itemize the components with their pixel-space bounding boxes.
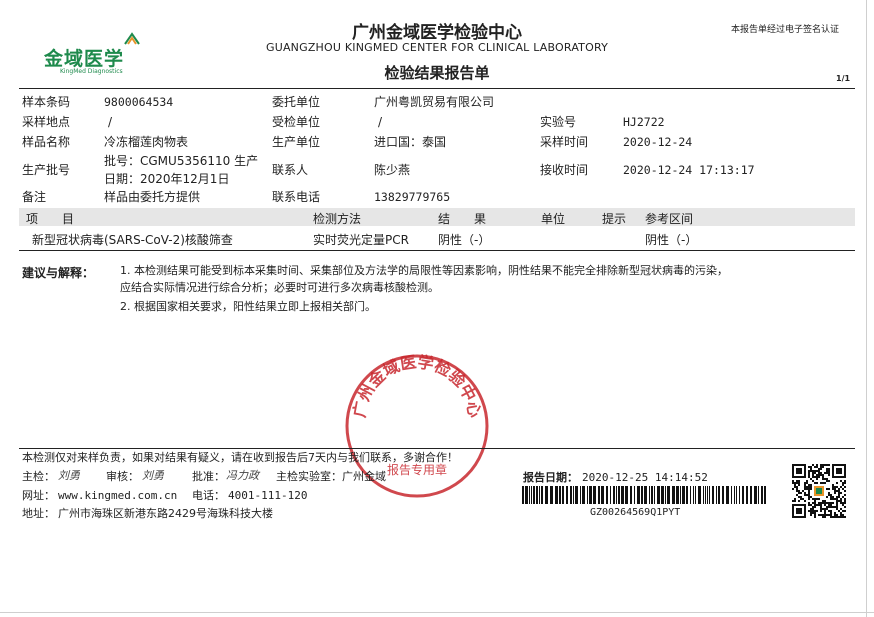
advice-line-2: 应结合实际情况进行综合分析；必要时可进行多次病毒核酸检测。 [120, 281, 439, 294]
header-result: 结 果 [438, 212, 487, 226]
barcode-icon [522, 486, 766, 504]
table-header-band [19, 208, 855, 226]
address: 广州市海珠区新港东路2429号海珠科技大楼 [58, 507, 273, 520]
header-item: 项 目 [26, 212, 75, 226]
collect-time: 2020-12-24 [623, 135, 693, 149]
seal-text: 广州金域医学检验中心 [350, 352, 485, 419]
header-method: 检测方法 [313, 212, 362, 226]
main-check-signature: 刘勇 [58, 469, 80, 482]
recv-time-label: 接收时间 [540, 163, 589, 177]
address-label: 地址： [22, 507, 55, 520]
footer-top-rule [19, 448, 855, 449]
top-rule [19, 88, 855, 89]
lab-no: HJ2722 [623, 115, 665, 129]
report-date: 2020-12-25 14:14:52 [582, 471, 708, 484]
sample-name-label: 样品名称 [22, 135, 71, 149]
telephone: 4001-111-120 [228, 489, 308, 502]
contact-label: 联系人 [272, 163, 309, 177]
review-signature: 刘勇 [142, 469, 164, 482]
lab-title-en: GUANGZHOU KINGMED CENTER FOR CLINICAL LA… [265, 41, 609, 54]
svg-text:广州金域医学检验中心: 广州金域医学检验中心 [350, 352, 485, 419]
header-ref: 参考区间 [645, 212, 694, 226]
client-label: 委托单位 [272, 95, 321, 109]
collect-place-label: 采样地点 [22, 115, 71, 129]
phone-label: 联系电话 [272, 190, 321, 204]
page-number: 1/1 [836, 74, 851, 83]
report-date-label: 报告日期： [523, 471, 578, 484]
advice-line-1: 1. 本检测结果可能受到标本采集时间、采集部位及方法学的局限性等因素影响，阴性结… [120, 264, 728, 277]
tel-label: 电话： [192, 489, 225, 502]
approve-signature: 冯力政 [226, 469, 259, 482]
collect-time-label: 采样时间 [540, 135, 589, 149]
review-label: 审核： [106, 470, 139, 483]
website: www.kingmed.com.cn [58, 489, 178, 502]
batch-label: 生产批号 [22, 163, 71, 177]
main-lab: 主检实验室：广州金域 [276, 470, 386, 483]
client: 广州粤凯贸易有限公司 [374, 95, 495, 109]
sample-code-label: 样本条码 [22, 95, 71, 109]
sample-name: 冷冻榴莲肉物表 [104, 135, 189, 149]
header-unit: 单位 [541, 212, 566, 226]
qr-code-icon [792, 464, 846, 518]
advice-label: 建议与解释： [22, 266, 95, 280]
recv-unit-label: 受检单位 [272, 115, 321, 129]
page-right-border [866, 0, 867, 617]
batch-line1: 批号：CGMU5356110 生产 [104, 154, 259, 168]
collect-place: / [108, 115, 113, 129]
recv-time: 2020-12-24 17:13:17 [623, 163, 755, 177]
main-check-label: 主检： [22, 470, 55, 483]
row-method: 实时荧光定量PCR [313, 233, 409, 247]
disclaimer: 本检测仅对来样负责，如果对结果有疑义，请在收到报告后7天内与我们联系，多谢合作！ [22, 451, 458, 464]
seal-subtext: 报告专用章 [387, 462, 447, 477]
report-title: 检验结果报告单 [384, 64, 490, 82]
maker-label: 生产单位 [272, 135, 321, 149]
note: 样品由委托方提供 [104, 190, 201, 204]
barcode-text: GZ00264569Q1PYT [590, 507, 681, 518]
sample-code: 9800064534 [104, 95, 174, 109]
row-result: 阴性（-） [438, 233, 491, 247]
batch-line2: 日期：2020年12月1日 [104, 172, 230, 186]
signature-note: 本报告单经过电子签名认证 [731, 25, 840, 35]
row-item: 新型冠状病毒(SARS-CoV-2)核酸筛查 [32, 233, 233, 247]
row-ref: 阴性（-） [645, 233, 698, 247]
web-label: 网址： [22, 489, 55, 502]
advice-line-3: 2. 根据国家相关要求，阳性结果立即上报相关部门。 [120, 300, 376, 313]
page-bottom-border [0, 612, 874, 613]
phone: 13829779765 [374, 190, 451, 204]
maker: 进口国：泰国 [374, 135, 447, 149]
approve-label: 批准： [192, 470, 225, 483]
note-label: 备注 [22, 190, 47, 204]
lab-no-label: 实验号 [540, 115, 577, 129]
recv-unit: / [378, 115, 383, 129]
table-bottom-rule [19, 250, 855, 251]
header-hint: 提示 [602, 212, 627, 226]
contact: 陈少燕 [374, 163, 411, 177]
